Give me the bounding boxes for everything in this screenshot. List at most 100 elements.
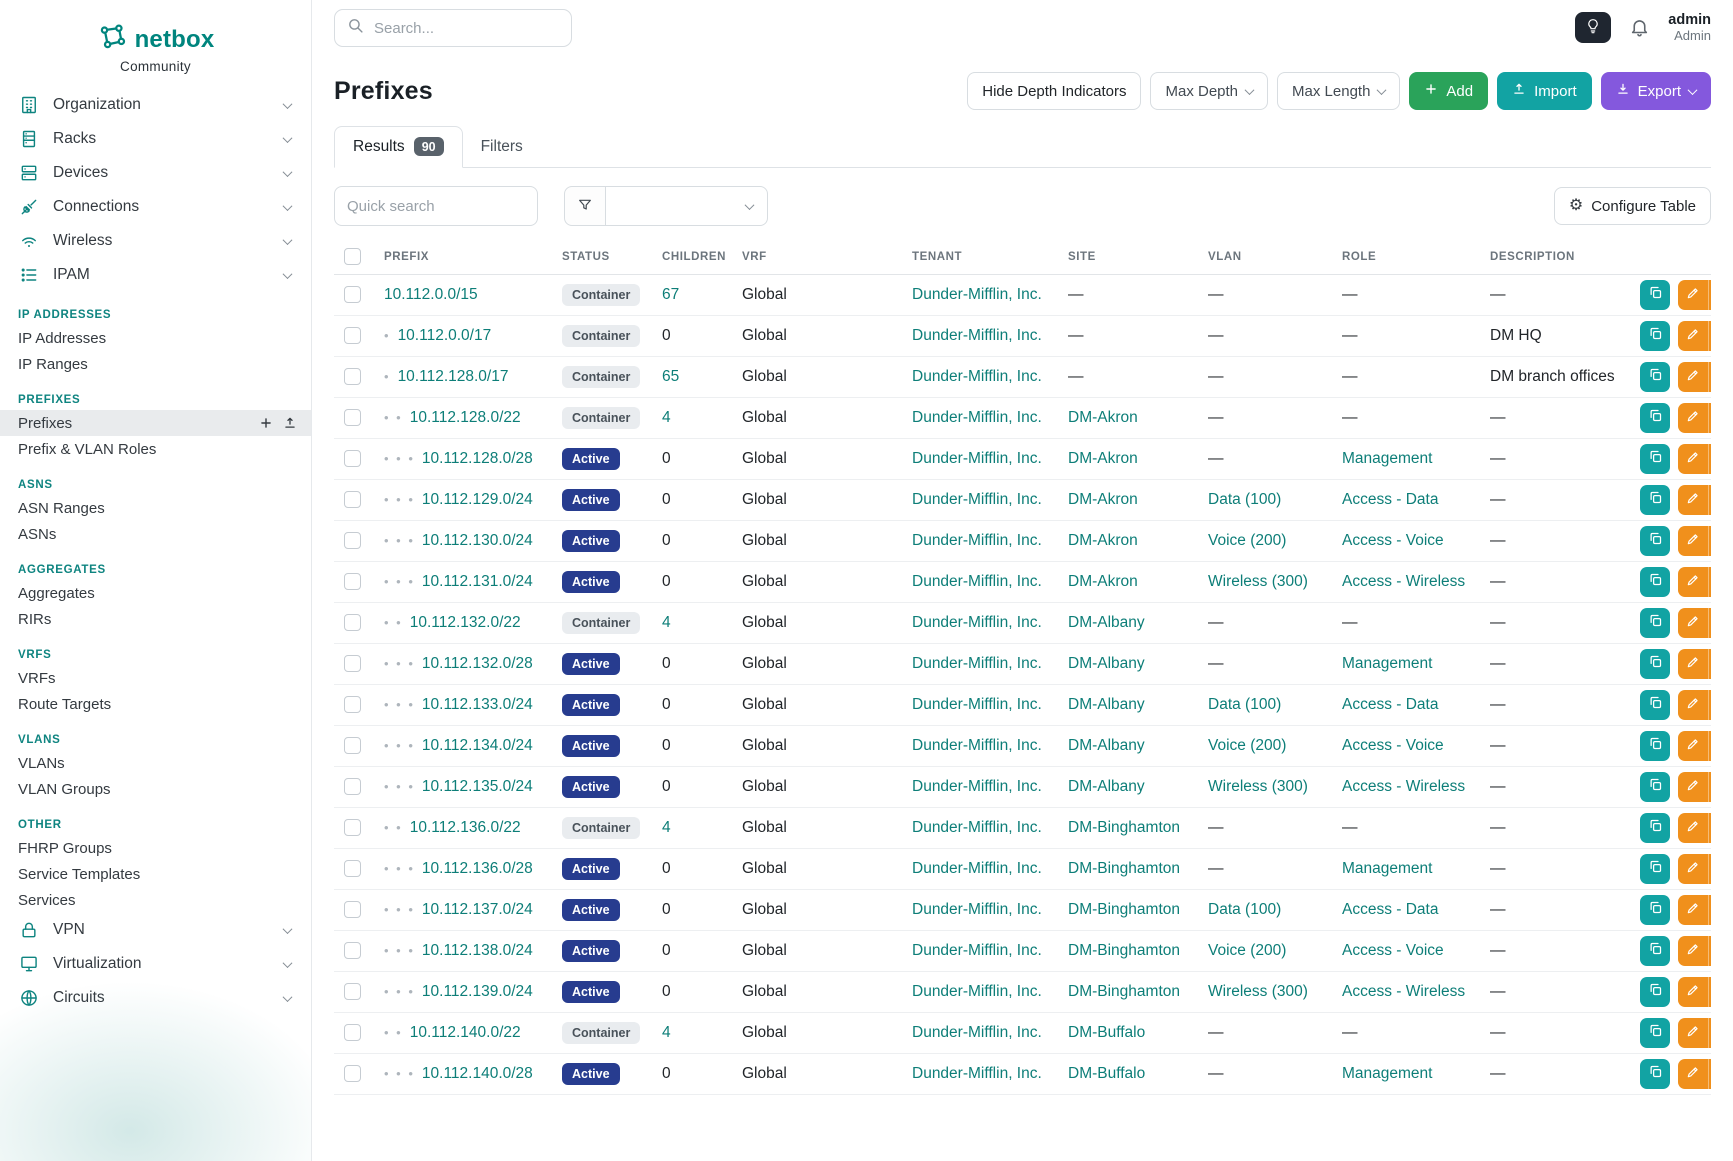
- children-count-link[interactable]: 67: [662, 286, 679, 303]
- children-count-link[interactable]: 4: [662, 614, 671, 631]
- vlan-link[interactable]: Voice (200): [1208, 532, 1286, 549]
- edit-dropdown-button[interactable]: [1708, 1059, 1711, 1089]
- tenant-link[interactable]: Dunder-Mifflin, Inc.: [912, 901, 1042, 918]
- edit-dropdown-button[interactable]: [1708, 690, 1711, 720]
- vlan-link[interactable]: Wireless (300): [1208, 573, 1308, 590]
- role-link[interactable]: Management: [1342, 655, 1432, 672]
- site-link[interactable]: DM-Albany: [1068, 778, 1145, 795]
- tenant-link[interactable]: Dunder-Mifflin, Inc.: [912, 573, 1042, 590]
- row-checkbox[interactable]: [344, 655, 361, 672]
- row-checkbox[interactable]: [344, 286, 361, 303]
- notifications-bell-icon[interactable]: [1629, 17, 1650, 38]
- sidebar-item-route-targets[interactable]: Route Targets: [0, 691, 311, 717]
- role-link[interactable]: Access - Voice: [1342, 532, 1444, 549]
- sidebar-item-prefixes[interactable]: Prefixes: [0, 410, 311, 436]
- edit-dropdown-button[interactable]: [1708, 403, 1711, 433]
- sidebar-item-ip-ranges[interactable]: IP Ranges: [0, 351, 311, 377]
- sidebar-item-vrfs[interactable]: VRFs: [0, 665, 311, 691]
- prefix-link[interactable]: 10.112.137.0/24: [422, 901, 533, 918]
- row-checkbox[interactable]: [344, 778, 361, 795]
- site-link[interactable]: DM-Albany: [1068, 614, 1145, 631]
- edit-button[interactable]: [1678, 526, 1708, 556]
- tenant-link[interactable]: Dunder-Mifflin, Inc.: [912, 450, 1042, 467]
- vlan-link[interactable]: Wireless (300): [1208, 983, 1308, 1000]
- role-link[interactable]: Management: [1342, 860, 1432, 877]
- max-depth-dropdown[interactable]: Max Depth: [1150, 72, 1268, 110]
- filter-select[interactable]: [606, 186, 768, 226]
- row-checkbox[interactable]: [344, 737, 361, 754]
- vlan-link[interactable]: Voice (200): [1208, 737, 1286, 754]
- prefix-link[interactable]: 10.112.135.0/24: [422, 778, 533, 795]
- copy-button[interactable]: [1640, 280, 1670, 310]
- prefix-link[interactable]: 10.112.138.0/24: [422, 942, 533, 959]
- sidebar-item-ip-addresses[interactable]: IP Addresses: [0, 325, 311, 351]
- site-link[interactable]: DM-Albany: [1068, 737, 1145, 754]
- edit-button[interactable]: [1678, 895, 1708, 925]
- sidebar-item-fhrp-groups[interactable]: FHRP Groups: [0, 835, 311, 861]
- row-checkbox[interactable]: [344, 860, 361, 877]
- prefix-link[interactable]: 10.112.0.0/15: [384, 286, 478, 303]
- quick-add-icon[interactable]: [259, 416, 273, 430]
- prefix-link[interactable]: 10.112.0.0/17: [398, 327, 492, 344]
- edit-button[interactable]: [1678, 362, 1708, 392]
- edit-dropdown-button[interactable]: [1708, 977, 1711, 1007]
- edit-button[interactable]: [1678, 608, 1708, 638]
- row-checkbox[interactable]: [344, 1024, 361, 1041]
- edit-dropdown-button[interactable]: [1708, 362, 1711, 392]
- tenant-link[interactable]: Dunder-Mifflin, Inc.: [912, 327, 1042, 344]
- tenant-link[interactable]: Dunder-Mifflin, Inc.: [912, 860, 1042, 877]
- max-length-dropdown[interactable]: Max Length: [1277, 72, 1400, 110]
- hide-depth-indicators-button[interactable]: Hide Depth Indicators: [967, 72, 1141, 110]
- sidebar-item-wireless[interactable]: Wireless: [0, 224, 311, 258]
- sidebar-item-devices[interactable]: Devices: [0, 156, 311, 190]
- copy-button[interactable]: [1640, 1018, 1670, 1048]
- edit-button[interactable]: [1678, 444, 1708, 474]
- sidebar-item-vlan-groups[interactable]: VLAN Groups: [0, 776, 311, 802]
- copy-button[interactable]: [1640, 403, 1670, 433]
- copy-button[interactable]: [1640, 731, 1670, 761]
- export-dropdown-button[interactable]: Export: [1601, 72, 1711, 110]
- edit-dropdown-button[interactable]: [1708, 1018, 1711, 1048]
- user-menu[interactable]: admin Admin: [1668, 12, 1711, 44]
- edit-button[interactable]: [1678, 1059, 1708, 1089]
- tenant-link[interactable]: Dunder-Mifflin, Inc.: [912, 942, 1042, 959]
- edit-button[interactable]: [1678, 813, 1708, 843]
- sidebar-item-ipam[interactable]: IPAM: [0, 258, 311, 292]
- edit-dropdown-button[interactable]: [1708, 813, 1711, 843]
- prefix-link[interactable]: 10.112.133.0/24: [422, 696, 533, 713]
- edit-dropdown-button[interactable]: [1708, 321, 1711, 351]
- copy-button[interactable]: [1640, 977, 1670, 1007]
- vlan-link[interactable]: Data (100): [1208, 491, 1281, 508]
- edit-button[interactable]: [1678, 403, 1708, 433]
- prefix-link[interactable]: 10.112.131.0/24: [422, 573, 533, 590]
- copy-button[interactable]: [1640, 526, 1670, 556]
- tenant-link[interactable]: Dunder-Mifflin, Inc.: [912, 491, 1042, 508]
- sidebar-item-organization[interactable]: Organization: [0, 88, 311, 122]
- edit-dropdown-button[interactable]: [1708, 854, 1711, 884]
- sidebar-item-vpn[interactable]: VPN: [0, 913, 311, 947]
- tenant-link[interactable]: Dunder-Mifflin, Inc.: [912, 614, 1042, 631]
- site-link[interactable]: DM-Akron: [1068, 409, 1138, 426]
- tenant-link[interactable]: Dunder-Mifflin, Inc.: [912, 409, 1042, 426]
- copy-button[interactable]: [1640, 362, 1670, 392]
- role-link[interactable]: Access - Wireless: [1342, 778, 1465, 795]
- copy-button[interactable]: [1640, 567, 1670, 597]
- theme-toggle-button[interactable]: [1575, 12, 1611, 43]
- site-link[interactable]: DM-Binghamton: [1068, 819, 1180, 836]
- tenant-link[interactable]: Dunder-Mifflin, Inc.: [912, 368, 1042, 385]
- row-checkbox[interactable]: [344, 901, 361, 918]
- vlan-link[interactable]: Wireless (300): [1208, 778, 1308, 795]
- prefix-link[interactable]: 10.112.134.0/24: [422, 737, 533, 754]
- edit-dropdown-button[interactable]: [1708, 772, 1711, 802]
- search-input[interactable]: [374, 20, 559, 37]
- row-checkbox[interactable]: [344, 532, 361, 549]
- copy-button[interactable]: [1640, 854, 1670, 884]
- edit-button[interactable]: [1678, 731, 1708, 761]
- row-checkbox[interactable]: [344, 327, 361, 344]
- copy-button[interactable]: [1640, 321, 1670, 351]
- site-link[interactable]: DM-Albany: [1068, 655, 1145, 672]
- prefix-link[interactable]: 10.112.130.0/24: [422, 532, 533, 549]
- tenant-link[interactable]: Dunder-Mifflin, Inc.: [912, 1065, 1042, 1082]
- row-checkbox[interactable]: [344, 1065, 361, 1082]
- copy-button[interactable]: [1640, 485, 1670, 515]
